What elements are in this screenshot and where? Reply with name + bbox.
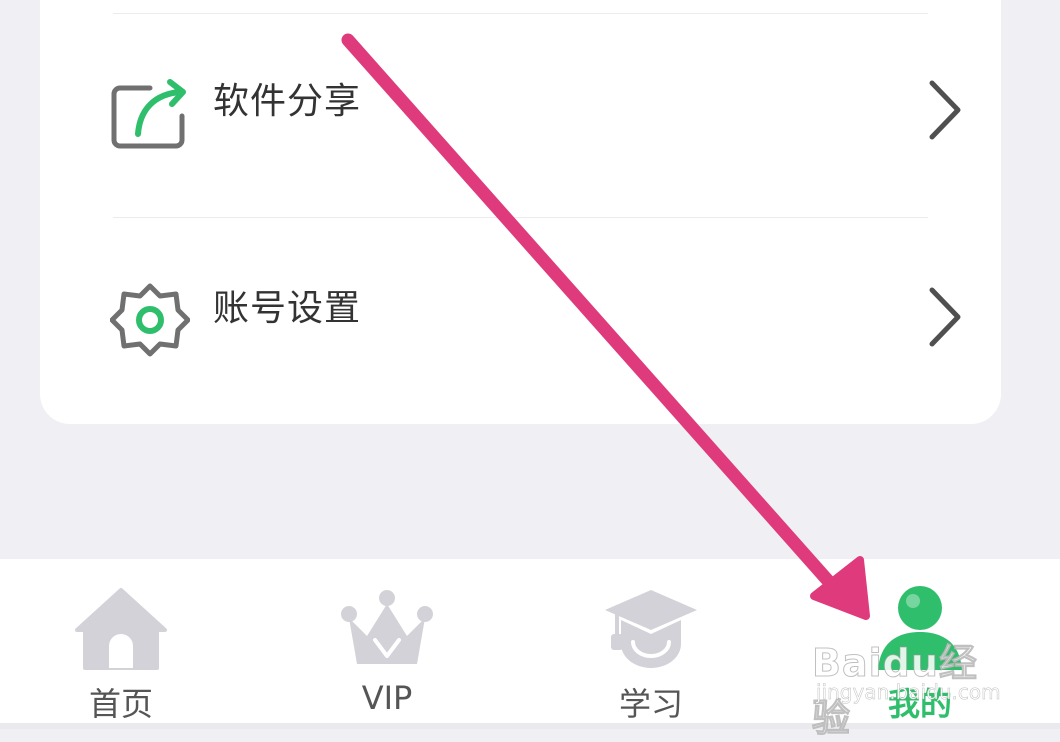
menu-item-account-settings[interactable]: 账号设置	[40, 212, 1001, 412]
crown-icon	[341, 590, 433, 664]
tab-label: VIP	[361, 679, 413, 717]
user-icon	[878, 586, 962, 670]
tab-home[interactable]: 首页	[36, 559, 206, 723]
tab-study[interactable]: 学习	[566, 559, 736, 723]
home-icon	[75, 588, 167, 670]
tab-label: 我的	[887, 685, 952, 723]
bottom-tab-bar: 首页 VIP 学习 我的	[0, 559, 1060, 723]
menu-item-label: 软件分享	[213, 81, 362, 122]
gear-icon	[110, 283, 190, 357]
menu-item-label: 账号设置	[213, 288, 362, 329]
share-icon	[111, 79, 186, 149]
tab-label: 首页	[88, 685, 153, 723]
chevron-right-icon	[929, 287, 961, 347]
graduation-cap-icon	[605, 590, 697, 668]
tab-mine[interactable]: 我的	[835, 559, 1005, 723]
tab-vip[interactable]: VIP	[302, 559, 472, 723]
home-indicator-strip	[0, 723, 1060, 729]
menu-item-software-share[interactable]: 软件分享	[40, 5, 1001, 205]
chevron-right-icon	[929, 80, 961, 140]
tab-label: 学习	[618, 685, 683, 723]
